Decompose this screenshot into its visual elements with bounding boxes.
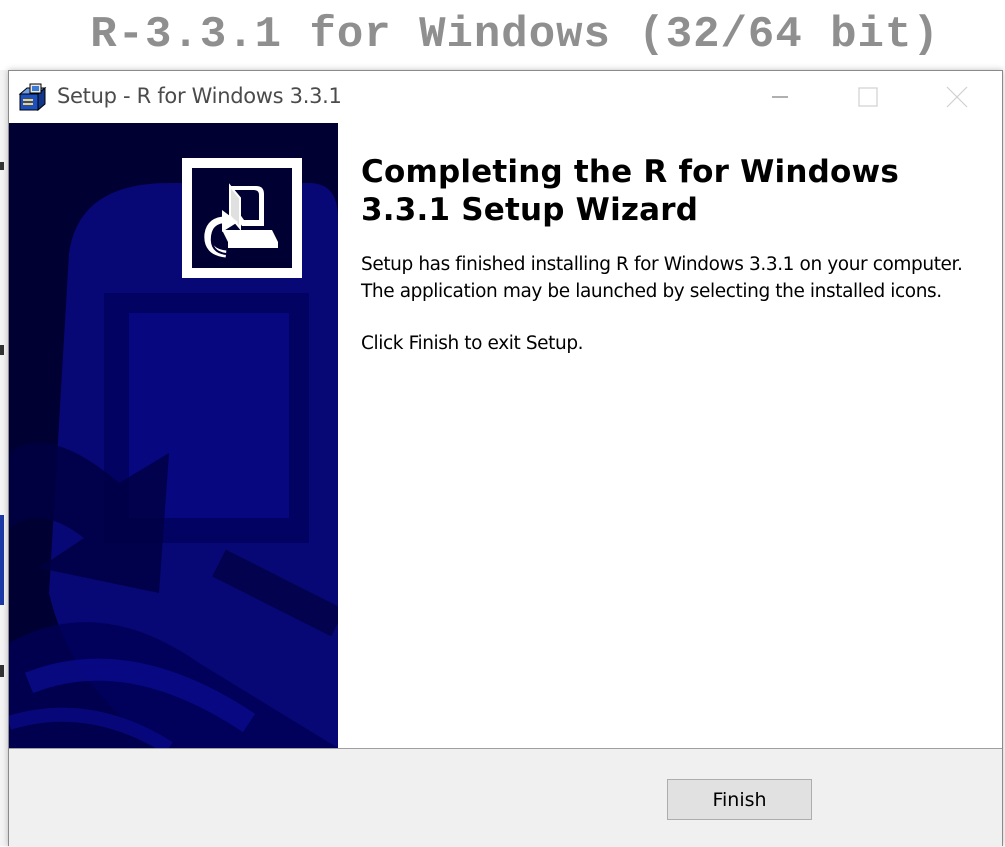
maximize-button[interactable] [845,79,891,115]
page-edge-mark [0,162,4,170]
close-button[interactable] [934,79,980,115]
maximize-icon [858,87,878,107]
setup-window: Setup - R for Windows 3.3.1 Completing t… [8,70,1003,847]
computer-install-icon [192,168,292,268]
page-edge-mark [0,345,4,355]
page-edge-mark [0,515,4,605]
wizard-body: Completing the R for Windows 3.3.1 Setup… [9,123,1002,748]
finish-button[interactable]: Finish [667,779,812,820]
installer-box-icon [18,83,47,112]
wizard-heading: Completing the R for Windows 3.3.1 Setup… [361,154,899,228]
page-heading: R-3.3.1 for Windows (32/64 bit) [90,10,940,60]
window-title: Setup - R for Windows 3.3.1 [57,84,342,108]
minimize-button[interactable] [757,79,803,115]
wizard-side-banner [9,123,338,748]
exit-instruction: Click Finish to exit Setup. [361,333,584,354]
close-icon [946,86,968,108]
wizard-logo [182,158,302,278]
minimize-icon [772,96,788,98]
wizard-footer: Finish [9,749,1002,847]
title-bar[interactable]: Setup - R for Windows 3.3.1 [9,71,1002,123]
wizard-content: Completing the R for Windows 3.3.1 Setup… [361,153,981,357]
completion-message: Setup has finished installing R for Wind… [361,254,963,302]
page-edge-mark [0,665,4,677]
